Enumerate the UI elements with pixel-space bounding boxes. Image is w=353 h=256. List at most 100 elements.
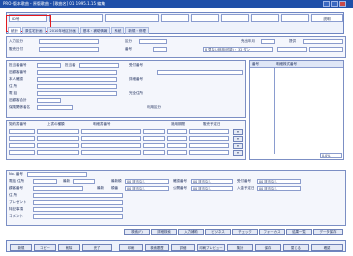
tab-2[interactable]: 2010年地区計画 — [46, 27, 79, 34]
save-button[interactable]: 保存 — [255, 244, 281, 251]
col-contract-number: 契約書番号 — [9, 122, 27, 126]
select-4[interactable]: 00 該当なし — [125, 186, 169, 191]
close-button[interactable] — [339, 1, 346, 7]
upper-field-8[interactable] — [309, 47, 343, 52]
tab-3[interactable]: 基本・補助情報 — [79, 27, 111, 34]
table-row-1-plan-date[interactable] — [189, 129, 229, 134]
chip-reception-number: 受付番号 — [237, 179, 251, 183]
top-field-3[interactable] — [161, 14, 189, 22]
table-row-3-period[interactable] — [143, 143, 165, 148]
sale-date-field[interactable] — [39, 47, 99, 52]
insurer-field[interactable] — [37, 105, 73, 110]
table-row-4-contract[interactable] — [9, 150, 35, 155]
select-2[interactable]: 00 該当なし — [191, 179, 233, 184]
search-history-button[interactable]: 検索履歴 — [145, 244, 169, 251]
minimize-button[interactable] — [323, 1, 330, 7]
delete-button[interactable]: 削除 — [58, 244, 80, 251]
present-field[interactable] — [33, 200, 123, 205]
table-row-4-plan-date[interactable] — [189, 150, 229, 155]
business-button[interactable]: ビジネス — [205, 229, 231, 235]
result-list-button[interactable]: 結果一覧 — [286, 229, 312, 235]
sale-option-select[interactable]: 8 見ない利用(可能)・ 32 ダン — [203, 47, 273, 52]
close-window-button[interactable]: 閉じる — [283, 244, 309, 251]
select-5[interactable]: 00 該当なし — [191, 186, 233, 191]
focus-button[interactable]: フォーカス — [259, 229, 285, 235]
table-row-3-type[interactable] — [37, 143, 79, 148]
table-row-4-period-end[interactable] — [167, 150, 187, 155]
top-field-7[interactable] — [281, 14, 309, 22]
tab-5[interactable]: 新規・修理 — [125, 27, 149, 34]
top-field-6[interactable] — [251, 14, 279, 22]
select-3[interactable]: 00 該当なし — [257, 179, 301, 184]
select-1[interactable]: 00 該当なし — [125, 179, 169, 184]
id-check-field[interactable] — [37, 77, 117, 82]
notes-field[interactable] — [33, 207, 123, 212]
latest-field-1[interactable] — [73, 179, 95, 184]
table-row-1-period-end[interactable] — [167, 129, 187, 134]
complete-button[interactable]: 完了 — [82, 244, 112, 251]
table-row-3-plan-date[interactable] — [189, 143, 229, 148]
print-button[interactable]: 印刷 — [119, 244, 143, 251]
aggregate-button[interactable]: 集計 — [227, 244, 253, 251]
table-row-2-action-button[interactable]: ▾ — [233, 136, 243, 142]
table-row-1-action-button[interactable]: ▾ — [233, 129, 243, 135]
category-field[interactable] — [139, 39, 167, 44]
table-row-2-period[interactable] — [143, 136, 165, 141]
tab-0[interactable]: 統計 — [8, 27, 21, 34]
table-row-4-type[interactable] — [37, 150, 79, 155]
sale-month-field[interactable] — [261, 39, 275, 44]
table-row-1-type[interactable] — [37, 129, 79, 134]
table-row-1-statement[interactable] — [81, 129, 141, 134]
table-row-4-statement[interactable] — [81, 150, 141, 155]
label-sale-month: 売出年月 — [241, 39, 255, 43]
table-row-3-statement[interactable] — [81, 143, 141, 148]
table-row-2-plan-date[interactable] — [189, 136, 229, 141]
input-help-button[interactable]: 入力補助 — [178, 229, 204, 235]
table-row-3-contract[interactable] — [9, 143, 35, 148]
lower-address-field[interactable] — [33, 193, 123, 198]
table-row-1-period[interactable] — [143, 129, 165, 134]
staff-number-field[interactable] — [37, 63, 61, 68]
upper-field-7[interactable] — [277, 47, 307, 52]
new-button[interactable]: 新規 — [10, 244, 32, 251]
table-row-2-contract[interactable] — [9, 136, 35, 141]
provider-field[interactable] — [303, 39, 343, 44]
print-preview-button[interactable]: 印刷プレビュー — [197, 244, 225, 251]
phone-address-field[interactable] — [33, 179, 57, 184]
comment-field[interactable] — [33, 214, 123, 219]
tab-1[interactable]: 原住宅計画 — [22, 27, 46, 34]
number-field[interactable] — [153, 47, 167, 52]
select-6[interactable]: 00 該当なし — [257, 186, 301, 191]
staff-field[interactable] — [79, 63, 119, 68]
table-row-4-action-button[interactable]: ▾ — [233, 150, 243, 156]
detail-search-button[interactable]: 詳細検索 — [151, 229, 177, 235]
detail-button[interactable]: 詳細 — [171, 244, 195, 251]
confirm-button[interactable]: 確認 — [311, 244, 343, 251]
table-row-2-type[interactable] — [37, 136, 79, 141]
top-field-2[interactable] — [105, 14, 159, 22]
old-total-field[interactable] — [37, 98, 61, 103]
phone-field[interactable] — [37, 91, 117, 96]
data-save-button[interactable]: データ保存 — [313, 229, 343, 235]
table-row-4-period[interactable] — [143, 150, 165, 155]
address-field[interactable] — [37, 84, 117, 89]
search-button[interactable]: 検索(F) — [124, 229, 150, 235]
tab-4[interactable]: 系統 — [111, 27, 125, 34]
customer-number-field[interactable] — [33, 186, 83, 191]
table-row-2-statement[interactable] — [81, 136, 141, 141]
check-button[interactable]: チェック — [232, 229, 258, 235]
table-row-3-period-end[interactable] — [167, 143, 187, 148]
top-field-4[interactable] — [191, 14, 219, 22]
copy-button[interactable]: コピー — [34, 244, 56, 251]
table-row-2-period-end[interactable] — [167, 136, 187, 141]
top-field-1[interactable] — [49, 14, 103, 22]
no-number-field[interactable] — [27, 172, 87, 177]
top-field-5[interactable] — [221, 14, 249, 22]
transaction-terms-field[interactable] — [157, 70, 243, 75]
table-row-1-contract[interactable] — [9, 129, 35, 134]
old-customer-field[interactable] — [37, 70, 117, 75]
entry-type-field[interactable] — [39, 39, 99, 44]
table-row-3-action-button[interactable]: ▾ — [233, 143, 243, 149]
sidebar-footer-value[interactable]: 0.0% — [320, 153, 342, 158]
maximize-button[interactable] — [331, 1, 338, 7]
